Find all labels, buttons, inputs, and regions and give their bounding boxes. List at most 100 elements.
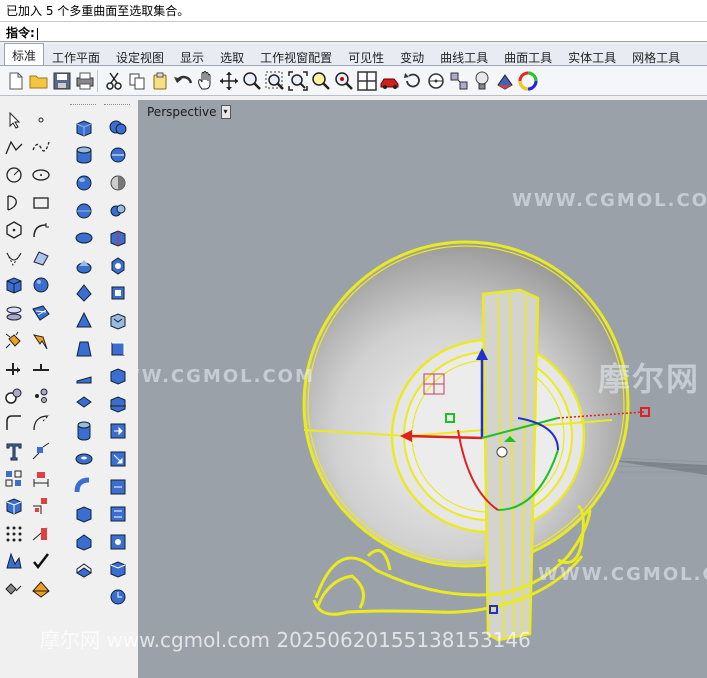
solid-paraboloid-icon[interactable] [70, 224, 98, 252]
text-object-icon[interactable] [0, 437, 28, 465]
zoom-dynamic-icon[interactable] [240, 69, 263, 93]
rotate-view-icon[interactable] [217, 69, 240, 93]
dimension-icon[interactable] [0, 575, 28, 603]
wire-cut-icon[interactable] [104, 390, 132, 418]
tab-curve-tools[interactable]: 曲线工具 [432, 45, 496, 65]
material-icon[interactable] [493, 69, 516, 93]
solid-edit-icon[interactable] [104, 556, 132, 584]
color-wheel-icon[interactable] [516, 69, 539, 93]
solid-pipe-icon[interactable] [70, 473, 98, 501]
tab-visibility[interactable]: 可见性 [340, 45, 392, 65]
viewport-title[interactable]: Perspective ▾ [142, 103, 236, 121]
sphere-icon[interactable] [27, 272, 55, 300]
array-hole-icon[interactable] [104, 500, 132, 528]
group-icon[interactable] [0, 382, 28, 410]
new-file-icon[interactable] [4, 69, 27, 93]
undo-icon[interactable] [171, 69, 194, 93]
circle-icon[interactable] [0, 161, 28, 189]
tab-viewport-layout[interactable]: 工作视窗配置 [252, 45, 340, 65]
select-point-icon[interactable] [424, 69, 447, 93]
point-grid-icon[interactable] [0, 465, 28, 493]
solid-truncated-icon[interactable] [70, 335, 98, 363]
stand-post[interactable] [481, 288, 540, 642]
perspective-viewport[interactable]: Perspective ▾ WWW.CGMOL.COM WWW.CGMOL.CO… [138, 100, 707, 678]
zoom-selected-icon[interactable] [309, 69, 332, 93]
solid-ellipsoid-icon[interactable] [70, 197, 98, 225]
block-icon[interactable] [0, 492, 28, 520]
rectangle-icon[interactable] [27, 189, 55, 217]
solid-torus-icon[interactable] [70, 445, 98, 473]
tab-select[interactable]: 选取 [212, 45, 252, 65]
move-hole-icon[interactable] [104, 445, 132, 473]
extract-surface-icon[interactable] [104, 224, 132, 252]
tab-transform[interactable]: 变动 [392, 45, 432, 65]
move-gumball-icon[interactable] [0, 354, 28, 382]
linear-dim-icon[interactable] [27, 465, 55, 493]
zoom-window-icon[interactable] [263, 69, 286, 93]
tab-set-view[interactable]: 设定视图 [108, 45, 172, 65]
solid-tcone-icon[interactable] [70, 307, 98, 335]
extrude-surface-icon[interactable] [0, 299, 28, 327]
trim-icon[interactable] [27, 410, 55, 438]
shell-icon[interactable] [104, 280, 132, 308]
solid-sphere-icon[interactable] [70, 169, 98, 197]
open-folder-icon[interactable] [27, 69, 50, 93]
toolbar-grip[interactable] [104, 104, 130, 110]
solid-slab-icon[interactable] [70, 390, 98, 418]
paste-icon[interactable] [148, 69, 171, 93]
select-arrow-icon[interactable] [0, 106, 28, 134]
solid-box-icon[interactable] [70, 114, 98, 142]
curve-cv-icon[interactable] [0, 244, 28, 272]
align-icon[interactable] [447, 69, 470, 93]
zoom-extents-icon[interactable] [286, 69, 309, 93]
make-hole-icon[interactable] [104, 418, 132, 446]
cut-icon[interactable] [102, 69, 125, 93]
pan-hand-icon[interactable] [194, 69, 217, 93]
tab-surface-tools[interactable]: 曲面工具 [496, 45, 560, 65]
tab-solid-tools[interactable]: 实体工具 [560, 45, 624, 65]
print-icon[interactable] [73, 69, 96, 93]
explode-icon[interactable] [0, 327, 28, 355]
chamfer-edge-icon[interactable] [104, 362, 132, 390]
surface-loft-icon[interactable] [27, 244, 55, 272]
polyline-icon[interactable] [0, 134, 28, 162]
fillet-edge-icon[interactable] [104, 335, 132, 363]
solid-wedge-icon[interactable] [70, 362, 98, 390]
render-icon[interactable] [27, 575, 55, 603]
ellipse-icon[interactable] [27, 161, 55, 189]
solid-cone-icon[interactable] [70, 252, 98, 280]
toolbar-grip[interactable] [70, 104, 96, 110]
solid-cap-icon[interactable] [70, 556, 98, 584]
polygon-icon[interactable] [0, 216, 28, 244]
point-icon[interactable] [27, 106, 55, 134]
zoom-target-icon[interactable] [332, 69, 355, 93]
grid-4view-icon[interactable] [355, 69, 378, 93]
fillet-icon[interactable] [27, 216, 55, 244]
dot-grid-icon[interactable] [0, 520, 28, 548]
viewport-menu-arrow-icon[interactable]: ▾ [220, 105, 231, 119]
boolean-icon[interactable] [27, 327, 55, 355]
solid-cylinder-icon[interactable] [70, 142, 98, 170]
rotate-icon[interactable] [401, 69, 424, 93]
analyze-icon[interactable] [0, 548, 28, 576]
array-icon[interactable] [27, 492, 55, 520]
tab-display[interactable]: 显示 [172, 45, 212, 65]
tab-mesh-tools[interactable]: 网格工具 [624, 45, 688, 65]
solid-history-icon[interactable] [104, 583, 132, 611]
network-surface-icon[interactable] [27, 299, 55, 327]
solid-text-icon[interactable] [70, 528, 98, 556]
solid-pyramid-icon[interactable] [70, 280, 98, 308]
solid-tube-icon[interactable] [70, 418, 98, 446]
rotate-hole-icon[interactable] [104, 473, 132, 501]
boolean-split-icon[interactable] [104, 197, 132, 225]
blend-curve-icon[interactable] [27, 437, 55, 465]
copy-icon[interactable] [125, 69, 148, 93]
history-icon[interactable] [27, 520, 55, 548]
delete-hole-icon[interactable] [104, 528, 132, 556]
tab-standard[interactable]: 标准 [4, 43, 45, 65]
boolean-difference-icon[interactable] [104, 142, 132, 170]
box-solid-icon[interactable] [0, 272, 28, 300]
arc-icon[interactable] [0, 189, 28, 217]
curve-interp-icon[interactable] [27, 134, 55, 162]
boolean-union-icon[interactable] [104, 114, 132, 142]
